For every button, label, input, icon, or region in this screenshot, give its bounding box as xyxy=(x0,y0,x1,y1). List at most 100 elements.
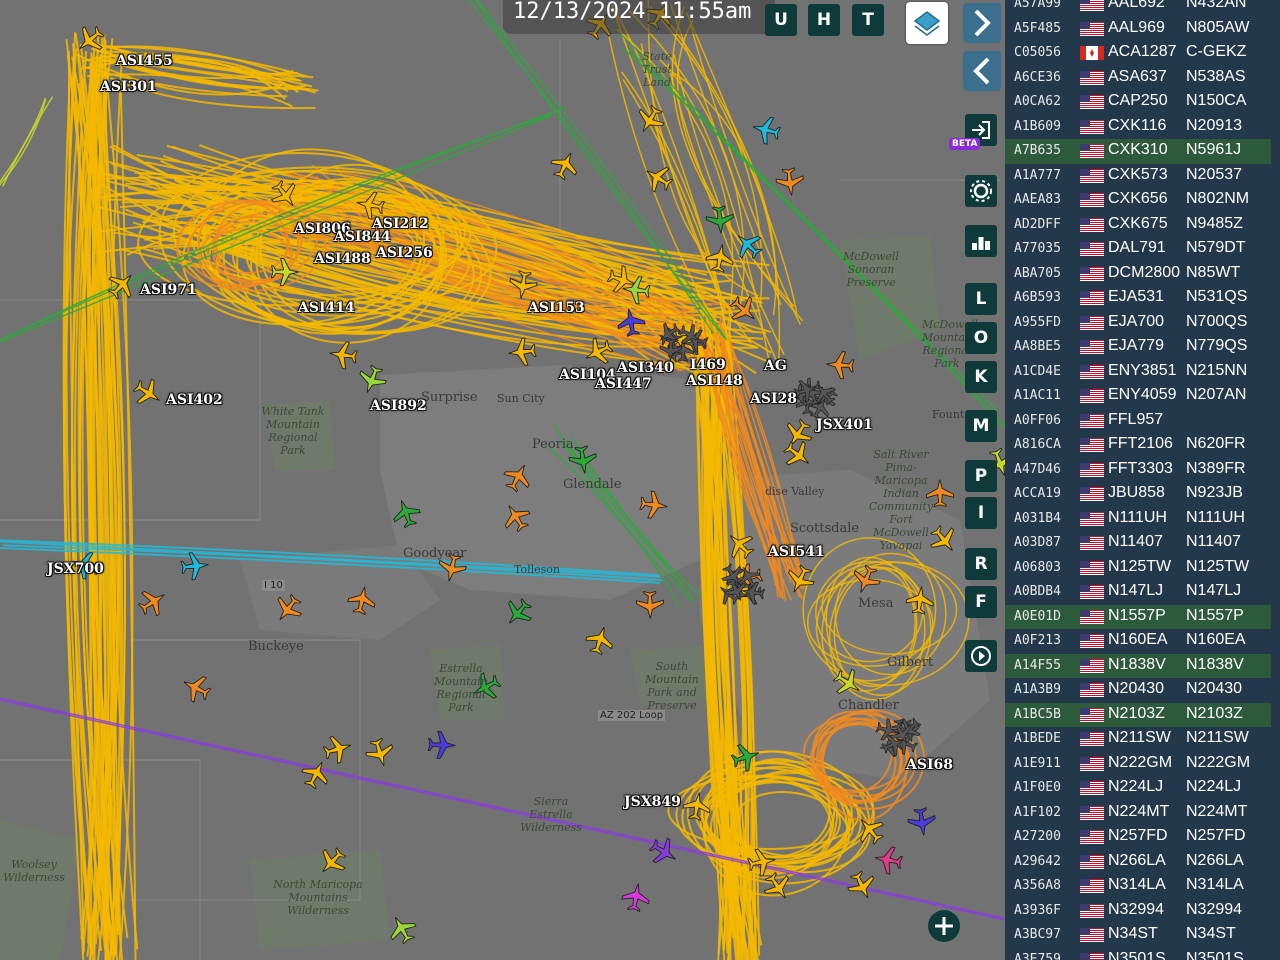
aircraft-label[interactable]: ASI402 xyxy=(166,392,223,408)
hex-code: C05056 xyxy=(1014,45,1061,60)
aircraft-row[interactable]: A0E01D N1557P N1557P xyxy=(1005,604,1271,629)
aircraft-label[interactable]: ASI256 xyxy=(376,245,433,261)
aircraft-row[interactable]: A1A777 CXK573 N20537 xyxy=(1005,164,1271,189)
aircraft-row[interactable]: ACCA19 JBU858 N923JB xyxy=(1005,482,1271,507)
hex-code: A955FD xyxy=(1014,314,1061,330)
aircraft-row[interactable]: A3BC97 N34ST N34ST xyxy=(1005,923,1271,948)
button-l[interactable]: L xyxy=(965,283,997,315)
aircraft-label[interactable]: ASI455 xyxy=(116,53,173,69)
aircraft-label[interactable]: ASI340 xyxy=(617,360,674,376)
aircraft-label[interactable]: ASI447 xyxy=(595,376,652,392)
aircraft-label[interactable]: ASI153 xyxy=(528,300,585,316)
city-label: Surprise xyxy=(421,390,478,405)
aircraft-row[interactable]: A3E759 N3501S N3501S xyxy=(1005,948,1271,960)
button-i[interactable]: I xyxy=(965,497,997,529)
aircraft-label[interactable]: JSX700 xyxy=(47,561,104,577)
aircraft-label[interactable]: ASI844 xyxy=(334,229,391,245)
aircraft-row[interactable]: A955FD EJA700 N700QS xyxy=(1005,311,1271,336)
hex-code: A0BDB4 xyxy=(1014,584,1061,599)
button-h[interactable]: H xyxy=(808,4,840,36)
aircraft-label[interactable]: ASI541 xyxy=(768,544,825,560)
usa-flag-icon xyxy=(1080,364,1104,379)
aircraft-label[interactable]: JSX401 xyxy=(816,417,873,433)
aircraft-label[interactable]: ASI68 xyxy=(906,757,953,773)
hex-code: A1CD4E xyxy=(1014,363,1061,379)
aircraft-row[interactable]: A6B593 EJA531 N531QS xyxy=(1005,286,1271,311)
aircraft-row[interactable]: A0CA62 CAP250 N150CA xyxy=(1005,90,1271,115)
aircraft-row[interactable]: AAEA83 CXK656 N802NM xyxy=(1005,188,1271,213)
park-label: State Trust Land xyxy=(642,50,672,89)
aircraft-row[interactable]: A77035 DAL791 N579DT xyxy=(1005,237,1271,262)
aircraft-row[interactable]: A0FF06 FFL957 xyxy=(1005,409,1271,434)
aircraft-row[interactable]: AD2DFF CXK675 N9485Z xyxy=(1005,213,1271,238)
aircraft-row[interactable]: A06803 N125TW N125TW xyxy=(1005,556,1271,581)
button-r[interactable]: R xyxy=(965,548,997,580)
button-p[interactable]: P xyxy=(965,460,997,492)
aircraft-row[interactable]: A7B635 CXK310 N5961J xyxy=(1005,139,1271,164)
usa-flag-icon xyxy=(1080,315,1104,330)
aircraft-row[interactable]: A356A8 N314LA N314LA xyxy=(1005,874,1271,899)
zoom-in-button[interactable] xyxy=(928,910,960,942)
aircraft-row[interactable]: A14F55 N1838V N1838V xyxy=(1005,653,1271,678)
hex-code: A1E911 xyxy=(1014,755,1061,771)
aircraft-row[interactable]: A1B609 CXK116 N20913 xyxy=(1005,115,1271,140)
aircraft-row[interactable]: A03D87 N11407 N11407 xyxy=(1005,531,1271,556)
button-u[interactable]: U xyxy=(765,4,797,36)
aircraft-row[interactable]: A1BC5B N2103Z N2103Z xyxy=(1005,702,1271,727)
aircraft-row[interactable]: A29642 N266LA N266LA xyxy=(1005,850,1271,875)
aircraft-row[interactable]: A1A3B9 N20430 N20430 xyxy=(1005,678,1271,703)
aircraft-row[interactable]: A6CE36 ASA637 N538AS xyxy=(1005,66,1271,91)
aircraft-label[interactable]: ASI301 xyxy=(100,79,157,95)
aircraft-row[interactable]: AA8BE5 EJA779 N779QS xyxy=(1005,335,1271,360)
aircraft-row[interactable]: A816CA FFT2106 N620FR xyxy=(1005,433,1271,458)
button-t[interactable]: T xyxy=(852,4,884,36)
airplane-icon xyxy=(183,676,212,703)
aircraft-row[interactable]: A0BDB4 N147LJ N147LJ xyxy=(1005,580,1271,605)
button-m[interactable]: M xyxy=(965,410,997,442)
layers-button[interactable] xyxy=(906,2,948,44)
stats-button[interactable] xyxy=(965,225,997,257)
aircraft-label[interactable]: ASI28 xyxy=(750,391,797,407)
aircraft-row[interactable]: A1E911 N222GM N222GM xyxy=(1005,752,1271,777)
aircraft-label[interactable]: ASI892 xyxy=(370,398,427,414)
aircraft-row[interactable]: A1AC11 ENY4059 N207AN xyxy=(1005,384,1271,409)
aircraft-label[interactable]: I469 xyxy=(690,357,726,373)
aircraft-row[interactable]: A1F102 N224MT N224MT xyxy=(1005,801,1271,826)
button-o[interactable]: O xyxy=(965,322,997,354)
city-label: Peoria xyxy=(532,437,574,452)
registration: N20430 xyxy=(1186,680,1243,697)
aircraft-label[interactable]: ASI414 xyxy=(298,300,355,316)
city-label: Sun City xyxy=(497,392,545,405)
aircraft-row[interactable]: A3936F N32994 N32994 xyxy=(1005,899,1271,924)
aircraft-row[interactable]: A031B4 N111UH N111UH xyxy=(1005,507,1271,532)
hex-code: AD2DFF xyxy=(1014,216,1061,232)
aircraft-label[interactable]: ASI488 xyxy=(314,251,371,267)
replay-button[interactable] xyxy=(965,640,997,672)
aircraft-list-panel[interactable]: A57A99 AAL692 N432AN A5F485 AAL969 N805AW C050… xyxy=(1005,0,1280,960)
aircraft-label[interactable]: ASI971 xyxy=(140,282,197,298)
aircraft-row[interactable]: A1F0E0 N224LJ N224LJ xyxy=(1005,776,1271,801)
aircraft-label[interactable]: ASI148 xyxy=(686,373,743,389)
aircraft-row[interactable]: A0F213 N160EA N160EA xyxy=(1005,629,1271,654)
aircraft-row[interactable]: A1BEDE N211SW N211SW xyxy=(1005,727,1271,752)
aircraft-row[interactable]: A47D46 FFT3303 N389FR xyxy=(1005,458,1271,483)
usa-flag-icon xyxy=(1080,70,1104,85)
callsign: AAL969 xyxy=(1108,18,1165,36)
aircraft-row[interactable]: A5F485 AAL969 N805AW xyxy=(1005,17,1271,42)
flight-map[interactable]: Surprise Sun City Peoria Glendale Goodye… xyxy=(0,0,1005,960)
button-k[interactable]: K xyxy=(965,361,997,393)
registration: N531QS xyxy=(1186,288,1248,305)
aircraft-row[interactable]: A57A99 AAL692 N432AN xyxy=(1005,0,1271,17)
aircraft-row[interactable]: ABA705 DCM2800 N85WT xyxy=(1005,262,1271,287)
settings-button[interactable] xyxy=(965,175,997,207)
aircraft-row[interactable]: A1CD4E ENY3851 N215NN xyxy=(1005,360,1271,385)
aircraft-label[interactable]: JSX849 xyxy=(624,794,681,810)
aircraft-label[interactable]: AG xyxy=(764,358,787,374)
expand-panel-button[interactable] xyxy=(963,3,1001,43)
track-path xyxy=(686,12,798,313)
aircraft-row[interactable]: A27200 N257FD N257FD xyxy=(1005,825,1271,850)
button-f[interactable]: F xyxy=(965,586,997,618)
collapse-panel-button[interactable] xyxy=(963,51,1001,91)
aircraft-row[interactable]: C05056 ACA1287 C-GEKZ xyxy=(1005,41,1271,66)
callsign: N211SW xyxy=(1108,729,1171,746)
